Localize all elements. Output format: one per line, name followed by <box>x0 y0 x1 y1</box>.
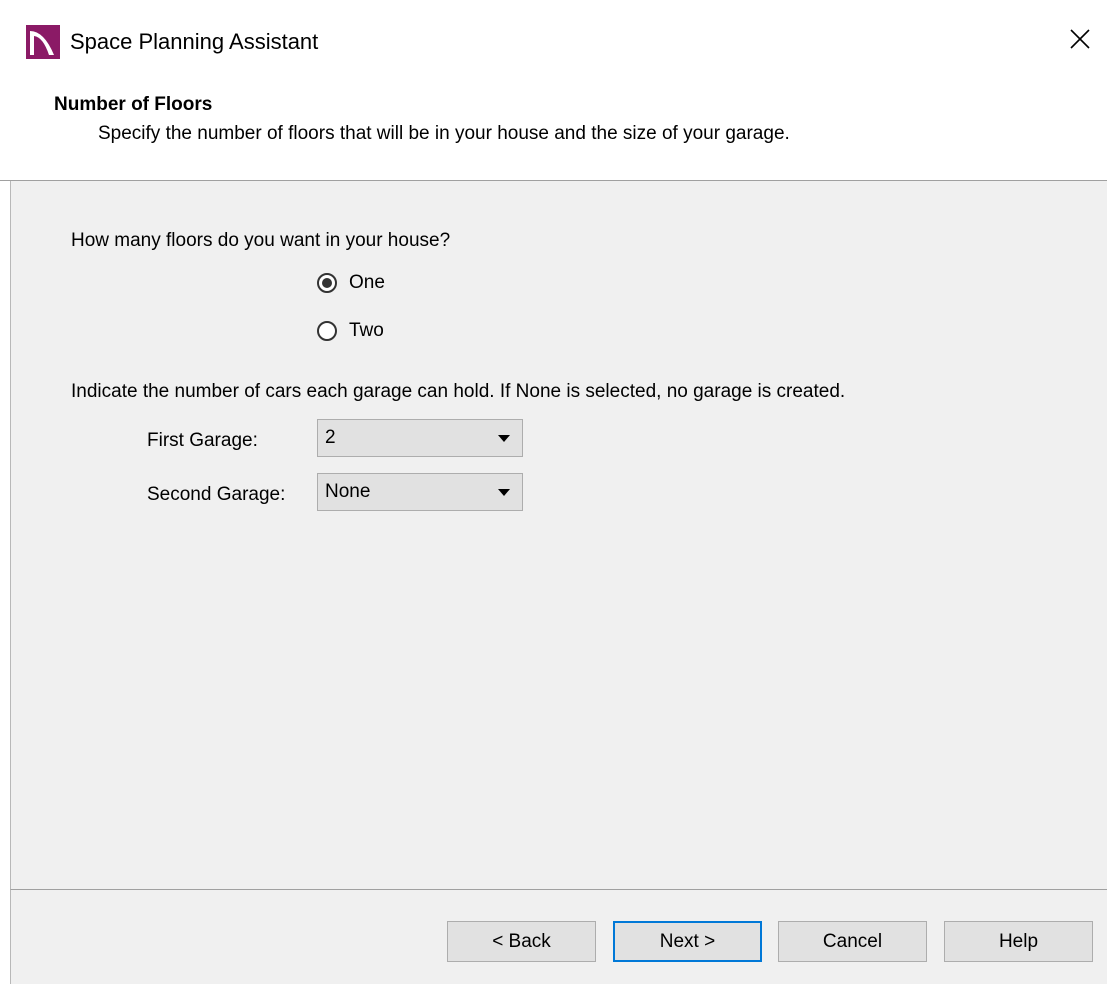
page-title: Number of Floors <box>54 94 213 115</box>
floors-question: How many floors do you want in your hous… <box>71 230 451 251</box>
chevron-down-icon <box>498 489 510 496</box>
radio-one[interactable]: One <box>317 272 385 294</box>
wizard-header: Number of Floors Specify the number of f… <box>0 80 1107 181</box>
back-button[interactable]: < Back <box>447 921 596 962</box>
close-button[interactable] <box>1053 12 1107 66</box>
cancel-button[interactable]: Cancel <box>778 921 927 962</box>
chief-architect-logo-icon <box>26 25 60 59</box>
radio-one-label: One <box>349 272 385 293</box>
window-title: Space Planning Assistant <box>70 29 319 54</box>
garage-instruction: Indicate the number of cars each garage … <box>71 381 846 402</box>
page-description: Specify the number of floors that will b… <box>98 123 790 144</box>
second-garage-select[interactable]: None <box>317 473 523 511</box>
first-garage-select[interactable]: 2 <box>317 419 523 457</box>
radio-two-label: Two <box>349 320 384 341</box>
first-garage-label: First Garage: <box>147 430 258 451</box>
button-bar: < Back Next > Cancel Help <box>10 889 1107 984</box>
next-button[interactable]: Next > <box>613 921 762 962</box>
first-garage-value: 2 <box>325 427 336 448</box>
radio-button-unselected[interactable] <box>317 321 337 341</box>
help-button[interactable]: Help <box>944 921 1093 962</box>
chevron-down-icon <box>498 435 510 442</box>
title-bar[interactable]: Space Planning Assistant <box>0 0 1107 80</box>
second-garage-value: None <box>325 481 371 502</box>
close-icon <box>1070 29 1090 49</box>
radio-two[interactable]: Two <box>317 320 384 342</box>
space-planning-dialog: Space Planning Assistant Number of Floor… <box>0 0 1107 984</box>
radio-button-selected[interactable] <box>317 273 337 293</box>
second-garage-label: Second Garage: <box>147 484 286 505</box>
wizard-body: How many floors do you want in your hous… <box>10 181 1107 889</box>
